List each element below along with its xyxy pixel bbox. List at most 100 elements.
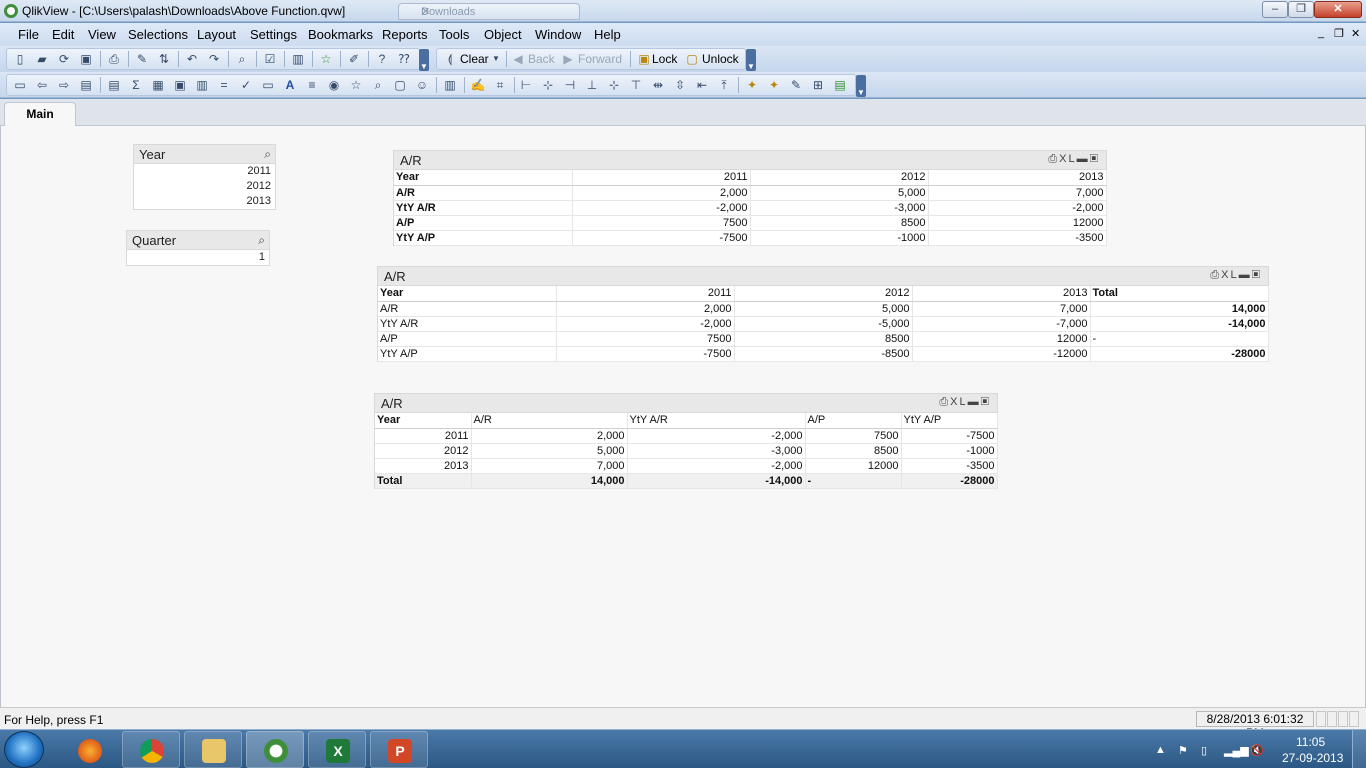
current-selections-icon[interactable]: ✓ <box>238 77 254 93</box>
slider-icon[interactable]: ◉ <box>326 77 342 93</box>
align-bottom-icon[interactable]: ⊥ <box>584 77 600 93</box>
volume-muted-icon[interactable]: 🔇 <box>1250 744 1264 757</box>
list-item[interactable]: 2013 <box>134 194 275 209</box>
open-folder-icon[interactable]: ▰ <box>34 51 50 67</box>
table-cell[interactable]: 2013 <box>375 458 472 474</box>
column-header-ap[interactable]: A/P <box>805 413 902 429</box>
document-restore-button[interactable]: ❐ <box>1334 27 1344 40</box>
close-button[interactable]: ✕ <box>1314 1 1362 18</box>
context-help-icon[interactable]: ⁇ <box>396 51 412 67</box>
align-middle-icon[interactable]: ⊹ <box>606 77 622 93</box>
taskbar-powerpoint[interactable]: P <box>370 731 428 768</box>
new-document-icon[interactable]: ▯ <box>12 51 28 67</box>
table-cell[interactable]: 2012 <box>750 170 929 186</box>
quarter-listbox-caption[interactable]: Quarter ⌕ <box>127 231 269 250</box>
menu-settings[interactable]: Settings <box>250 27 297 42</box>
table-caption[interactable]: A/R ⎙XL▬▣ <box>375 394 997 413</box>
list-item[interactable]: 1 <box>127 250 269 265</box>
format-painter-icon[interactable]: ✍ <box>470 77 486 93</box>
table-cell[interactable]: 2012 <box>375 443 472 459</box>
print-icon[interactable]: ⎙ <box>106 51 122 67</box>
chevron-down-icon[interactable]: ▼ <box>488 51 504 67</box>
menu-selections[interactable]: Selections <box>128 27 188 42</box>
action-center-icon[interactable]: ⚑ <box>1178 744 1188 757</box>
table-cell[interactable]: 2013 <box>928 170 1107 186</box>
taskbar-qlikview[interactable] <box>246 731 304 768</box>
demote-sheet-icon[interactable]: ⇨ <box>56 77 72 93</box>
maximize-button[interactable]: ❐ <box>1288 1 1314 18</box>
adjust-top-icon[interactable]: ⤒ <box>716 77 732 93</box>
new-sheet-icon[interactable]: ▭ <box>12 77 28 93</box>
minimize-icon[interactable]: ▬ <box>1077 153 1090 165</box>
menu-view[interactable]: View <box>88 27 116 42</box>
help-icon[interactable]: ? <box>374 51 390 67</box>
maximize-icon[interactable]: ▣ <box>1252 269 1262 281</box>
menu-reports[interactable]: Reports <box>382 27 428 42</box>
back-button[interactable]: Back <box>528 52 555 66</box>
close-icon[interactable]: ✕ <box>421 5 573 18</box>
taskbar-explorer[interactable] <box>184 731 242 768</box>
checklist-icon[interactable]: ☑ <box>262 51 278 67</box>
background-window-tab[interactable]: Downloads ✕ <box>398 3 580 20</box>
clock-time[interactable]: 11:05 <box>1296 735 1325 749</box>
taskbar-excel[interactable]: X <box>308 731 366 768</box>
custom-object-icon[interactable]: ☺ <box>414 77 430 93</box>
edit-script-icon[interactable]: ✎ <box>134 51 150 67</box>
space-vertical-icon[interactable]: ⇳ <box>672 77 688 93</box>
menu-edit[interactable]: Edit <box>52 27 74 42</box>
table-caption[interactable]: A/R ⎙XL▬▣ <box>378 267 1268 286</box>
bookmark-star-icon[interactable]: ☆ <box>318 51 334 67</box>
tab-main[interactable]: Main <box>4 102 76 126</box>
search-icon[interactable]: ⌕ <box>258 233 265 248</box>
table-cell[interactable]: 2013 <box>912 286 1091 302</box>
table-cell[interactable]: Total <box>1090 286 1269 302</box>
search-object-icon[interactable]: ⌕ <box>370 77 386 93</box>
table-cell[interactable]: 2011 <box>375 428 472 444</box>
redo-icon[interactable]: ↷ <box>206 51 222 67</box>
maximize-icon[interactable]: ▣ <box>1090 153 1100 165</box>
object-properties-icon[interactable]: ✎ <box>788 77 804 93</box>
toolbar-options-dropdown[interactable]: ▼ <box>419 49 429 71</box>
table-cell[interactable]: 2012 <box>734 286 913 302</box>
space-horizontal-icon[interactable]: ⇹ <box>650 77 666 93</box>
document-properties-icon[interactable]: ✦ <box>744 77 760 93</box>
clock-date[interactable]: 27-09-2013 <box>1282 751 1343 765</box>
table-caption[interactable]: A/R ⎙XL▬▣ <box>394 151 1106 170</box>
align-right-icon[interactable]: ⊣ <box>562 77 578 93</box>
usb-icon[interactable]: ▯ <box>1201 744 1207 757</box>
reload-script-icon[interactable]: ⇅ <box>156 51 172 67</box>
menu-bookmarks[interactable]: Bookmarks <box>308 27 373 42</box>
list-box-icon[interactable]: ▤ <box>106 77 122 93</box>
align-left-icon[interactable]: ⊢ <box>518 77 534 93</box>
multi-box-icon[interactable]: ▣ <box>172 77 188 93</box>
adjust-left-icon[interactable]: ⇤ <box>694 77 710 93</box>
minimize-icon[interactable]: ▬ <box>1239 269 1252 281</box>
menu-help[interactable]: Help <box>594 27 621 42</box>
print-icon[interactable]: ⎙ <box>1210 269 1221 281</box>
expression-overview-icon[interactable]: ▤ <box>832 77 848 93</box>
document-close-button[interactable]: ✕ <box>1351 27 1360 40</box>
quarter-listbox[interactable]: Quarter ⌕ 1 <box>126 230 270 266</box>
table-cell[interactable]: 2011 <box>556 286 735 302</box>
align-center-icon[interactable]: ⊹ <box>540 77 556 93</box>
list-item[interactable]: 2012 <box>134 179 275 194</box>
document-minimize-button[interactable]: _ <box>1318 27 1324 39</box>
search-icon[interactable]: ⌕ <box>264 147 271 162</box>
send-to-excel-icon[interactable]: XL <box>1221 269 1238 281</box>
taskbar-chrome[interactable] <box>122 731 180 768</box>
tray-expand-icon[interactable]: ▲ <box>1155 744 1166 756</box>
column-header-ar[interactable]: A/R <box>471 413 628 429</box>
text-object-icon[interactable]: A <box>282 77 298 93</box>
table-box-icon[interactable]: ▦ <box>150 77 166 93</box>
chart-wizard-icon[interactable]: ▥ <box>442 77 458 93</box>
unlock-button[interactable]: Unlock <box>702 52 739 66</box>
table-cell[interactable]: 2011 <box>572 170 751 186</box>
search-icon[interactable]: ⌕ <box>234 51 250 67</box>
toolbar-options-dropdown[interactable]: ▼ <box>746 49 756 71</box>
minimize-button[interactable]: – <box>1262 1 1288 18</box>
list-item[interactable]: 2011 <box>134 164 275 179</box>
chart-wizard-icon[interactable]: ▥ <box>290 51 306 67</box>
taskbar-firefox[interactable] <box>60 731 118 768</box>
table-cell[interactable]: Year <box>394 170 573 186</box>
menu-file[interactable]: File <box>18 27 39 42</box>
